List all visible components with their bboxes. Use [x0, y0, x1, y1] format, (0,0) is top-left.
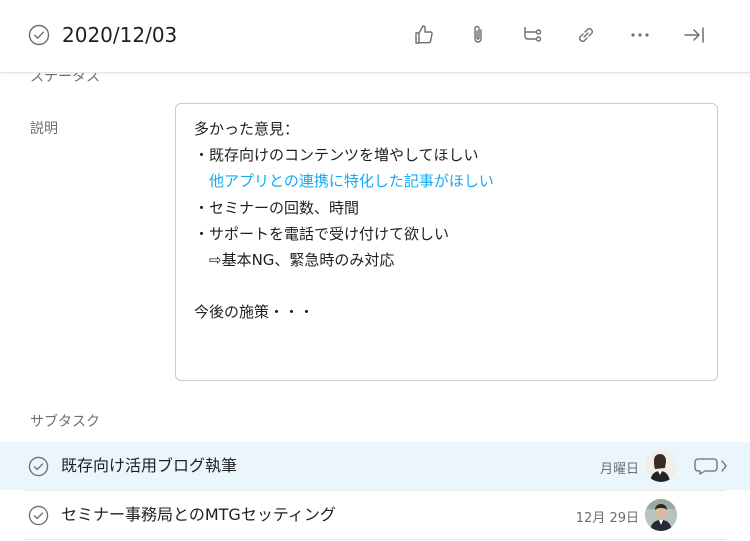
task-title[interactable]: 2020/12/03 — [62, 22, 177, 48]
check-circle-icon[interactable] — [28, 505, 49, 526]
description-editor[interactable]: 多かった意見： ・既存向けのコンテンツを増やしてほしい 他アプリとの連携に特化し… — [175, 103, 718, 381]
check-circle-icon[interactable] — [28, 24, 50, 46]
avatar[interactable] — [645, 450, 677, 482]
description-link[interactable]: 他アプリとの連携に特化した記事がほしい — [194, 168, 699, 194]
comment-icon[interactable] — [694, 455, 730, 477]
description-line — [194, 273, 699, 299]
check-circle-icon[interactable] — [28, 456, 49, 477]
avatar[interactable] — [645, 499, 677, 531]
description-label: 説明 — [30, 121, 58, 137]
description-line: 多かった意見： — [194, 120, 300, 138]
subtasks-label: サブタスク — [30, 414, 100, 430]
subtask-due-date[interactable]: 月曜日 — [600, 458, 639, 477]
row-divider — [24, 539, 726, 540]
description-line: ・サポートを電話で受け付けて欲しい — [194, 224, 450, 243]
subtask-name[interactable]: セミナー事務局とのMTGセッティング — [61, 504, 336, 526]
link-icon[interactable] — [573, 22, 599, 48]
subtask-row[interactable]: セミナー事務局とのMTGセッティング 12月 29日 — [0, 491, 750, 539]
more-icon[interactable] — [627, 22, 653, 48]
subtask-name[interactable]: 既存向け活用ブログ執筆 — [61, 455, 237, 477]
subtask-row[interactable]: 既存向け活用ブログ執筆 月曜日 — [0, 442, 750, 490]
description-line: 今後の施策・・・ — [194, 303, 315, 322]
description-line: ・既存向けのコンテンツを増やしてほしい — [194, 146, 479, 165]
task-header: 2020/12/03 — [0, 0, 750, 73]
subtask-icon[interactable] — [519, 22, 545, 48]
subtask-due-date[interactable]: 12月 29日 — [576, 507, 639, 526]
thumbs-up-icon[interactable] — [411, 22, 437, 48]
description-line: ⇨基本NG、緊急時のみ対応 — [194, 250, 395, 269]
close-pane-icon[interactable] — [681, 22, 707, 48]
description-line: ・セミナーの回数、時間 — [194, 198, 360, 217]
paperclip-icon[interactable] — [465, 22, 491, 48]
